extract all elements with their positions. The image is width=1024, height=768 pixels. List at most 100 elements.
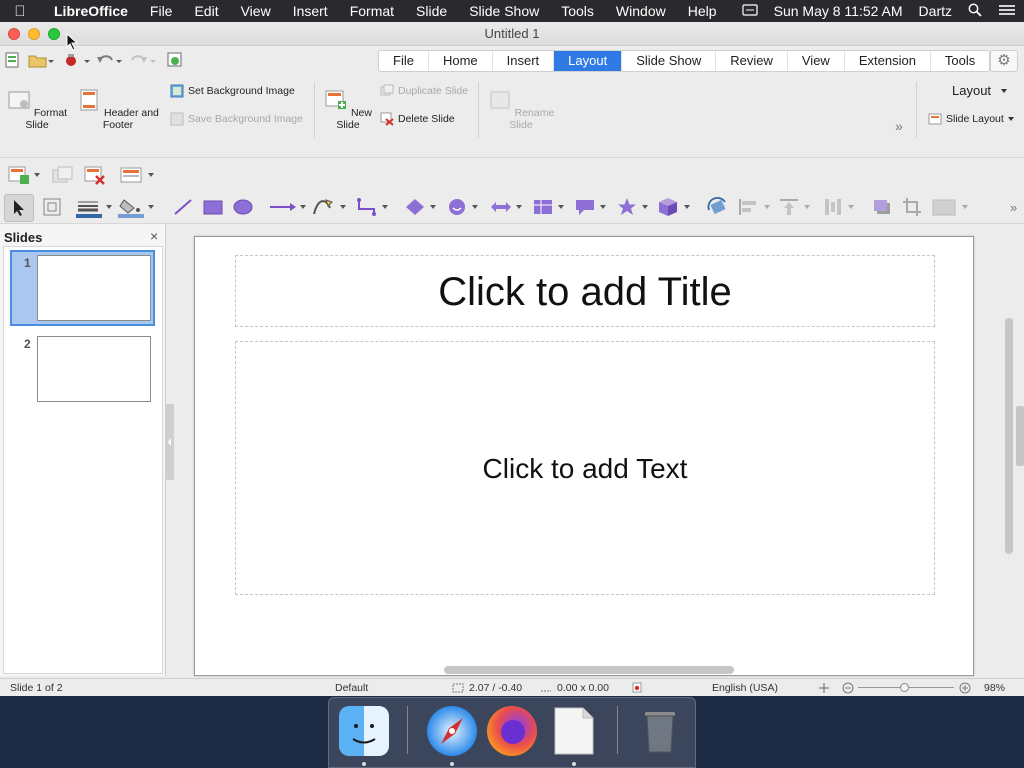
toolbar-overflow-chevron-icon[interactable]: »: [1010, 196, 1017, 218]
crop-tool[interactable]: [902, 196, 924, 218]
status-master-name[interactable]: Default: [335, 682, 368, 694]
safari-compass-icon[interactable]: [427, 706, 477, 756]
shadow-tool[interactable]: [872, 196, 894, 218]
slide-layout-tool[interactable]: [120, 164, 154, 186]
document-modified-icon[interactable]: [632, 682, 642, 696]
slide-thumbnail-2[interactable]: 2: [10, 333, 155, 409]
stars-tool[interactable]: [616, 196, 648, 218]
open-folder-icon[interactable]: [28, 52, 54, 68]
input-menu-icon[interactable]: [734, 3, 766, 19]
undo-icon[interactable]: [96, 52, 124, 68]
window-minimize-button[interactable]: [28, 28, 40, 40]
delete-slide-button[interactable]: Delete Slide: [380, 112, 455, 126]
image-filter-tool[interactable]: [932, 196, 968, 218]
trash-icon[interactable]: [635, 706, 685, 756]
sidebar-toggle-handle[interactable]: [1016, 406, 1024, 466]
fill-color-tool[interactable]: [118, 196, 154, 218]
select-tool[interactable]: [4, 194, 34, 222]
menu-tools[interactable]: Tools: [550, 0, 605, 22]
fit-slide-icon[interactable]: [818, 682, 830, 697]
menu-help[interactable]: Help: [677, 0, 728, 22]
menu-edit[interactable]: Edit: [183, 0, 229, 22]
duplicate-slide-tool[interactable]: [52, 164, 74, 186]
line-color-tool[interactable]: [76, 196, 112, 218]
firefox-icon[interactable]: [487, 706, 537, 756]
layout-dropdown-button[interactable]: Layout: [952, 83, 1008, 98]
spotlight-search-icon[interactable]: [960, 3, 990, 20]
set-background-image-button[interactable]: Set Background Image: [170, 84, 295, 98]
3d-objects-tool[interactable]: [656, 196, 690, 218]
print-preview-icon[interactable]: [166, 52, 184, 68]
menu-app-name[interactable]: LibreOffice: [40, 0, 139, 22]
apple-icon[interactable]: : [0, 3, 40, 20]
block-arrows-tool[interactable]: [490, 196, 522, 218]
libreoffice-document-icon[interactable]: [549, 706, 599, 756]
tab-view[interactable]: View: [788, 51, 845, 71]
pane-splitter-handle[interactable]: [166, 404, 174, 480]
menubar-datetime[interactable]: Sun May 8 11:52 AM: [766, 3, 911, 19]
tab-review[interactable]: Review: [716, 51, 788, 71]
ellipse-tool[interactable]: [232, 196, 254, 218]
slide-sorter-list[interactable]: 1 2: [3, 246, 163, 674]
connector-tool[interactable]: [356, 196, 388, 218]
new-slide-button[interactable]: New Slide: [322, 88, 374, 131]
menu-slide-show[interactable]: Slide Show: [458, 0, 550, 22]
save-background-image-button[interactable]: Save Background Image: [170, 112, 303, 126]
symbol-shapes-tool[interactable]: [446, 196, 478, 218]
menu-insert[interactable]: Insert: [282, 0, 339, 22]
window-close-button[interactable]: [8, 28, 20, 40]
new-slide-tool[interactable]: [8, 164, 40, 186]
distribute-tool[interactable]: [822, 196, 854, 218]
format-slide-button[interactable]: Format Slide: [6, 88, 68, 131]
redo-icon[interactable]: [130, 52, 158, 68]
status-zoom-value[interactable]: 98%: [984, 682, 1005, 694]
control-center-icon[interactable]: [990, 3, 1024, 20]
basic-shapes-tool[interactable]: [404, 196, 436, 218]
flowchart-tool[interactable]: [532, 196, 564, 218]
tab-home[interactable]: Home: [429, 51, 493, 71]
notebookbar-menu-gear-icon[interactable]: ⚙: [990, 50, 1018, 72]
title-placeholder[interactable]: Click to add Title: [235, 255, 935, 327]
menubar-user[interactable]: Dartz: [911, 3, 960, 19]
new-document-icon[interactable]: [4, 52, 22, 68]
rename-slide-button[interactable]: Rename Slide: [486, 88, 556, 131]
slides-pane-close-icon[interactable]: ×: [150, 228, 158, 244]
finder-icon[interactable]: [339, 706, 389, 756]
duplicate-slide-button[interactable]: Duplicate Slide: [380, 84, 468, 98]
zoom-out-icon[interactable]: [842, 682, 854, 697]
menu-slide[interactable]: Slide: [405, 0, 458, 22]
horizontal-scrollbar[interactable]: [444, 666, 734, 674]
tab-file[interactable]: File: [379, 51, 429, 71]
tab-insert[interactable]: Insert: [493, 51, 555, 71]
current-slide[interactable]: Click to add Title Click to add Text: [194, 236, 974, 676]
menu-format[interactable]: Format: [339, 0, 405, 22]
zoom-pan-tool[interactable]: [42, 196, 62, 218]
line-tool[interactable]: [172, 196, 194, 218]
menu-file[interactable]: File: [139, 0, 184, 22]
vertical-scrollbar[interactable]: [1005, 318, 1013, 554]
status-language[interactable]: English (USA): [712, 682, 778, 694]
window-zoom-button[interactable]: [48, 28, 60, 40]
menu-view[interactable]: View: [230, 0, 282, 22]
ribbon-more-button[interactable]: »: [895, 118, 903, 134]
header-footer-button[interactable]: Header and Footer: [72, 88, 164, 131]
menu-window[interactable]: Window: [605, 0, 677, 22]
align-objects-tool[interactable]: [738, 196, 770, 218]
tab-extension[interactable]: Extension: [845, 51, 931, 71]
tab-layout[interactable]: Layout: [554, 51, 623, 71]
delete-slide-tool[interactable]: [84, 164, 106, 186]
rotate-tool[interactable]: [706, 196, 730, 218]
curve-tool[interactable]: [312, 196, 346, 218]
text-placeholder[interactable]: Click to add Text: [235, 341, 935, 595]
callout-shapes-tool[interactable]: [574, 196, 606, 218]
tab-tools[interactable]: Tools: [931, 51, 989, 71]
zoom-in-icon[interactable]: [959, 682, 971, 697]
arrange-tool[interactable]: [778, 196, 810, 218]
slide-layout-button[interactable]: Slide Layout: [928, 112, 1014, 126]
arrow-line-tool[interactable]: [268, 196, 306, 218]
slide-editing-area[interactable]: Click to add Title Click to add Text: [174, 224, 1016, 676]
slide-thumbnail-1[interactable]: 1: [10, 250, 155, 326]
save-icon[interactable]: [62, 52, 90, 68]
zoom-slider-thumb[interactable]: [900, 683, 909, 692]
rectangle-tool[interactable]: [202, 196, 224, 218]
